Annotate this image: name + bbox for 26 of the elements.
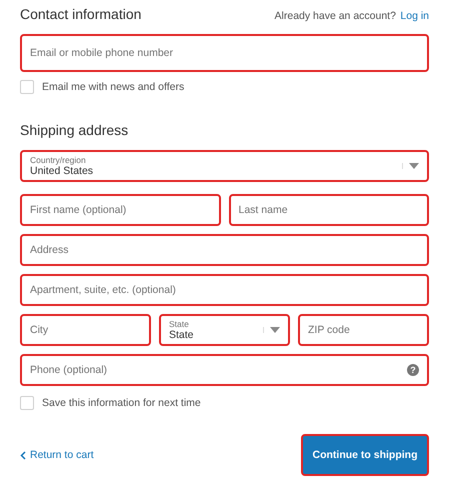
select-field[interactable]: State State xyxy=(159,314,290,346)
input-field[interactable]: Last name xyxy=(228,194,429,226)
input-field[interactable]: ZIP code xyxy=(298,314,429,346)
select-label: Country/region xyxy=(30,155,87,165)
checkbox-label: Email me with news and offers xyxy=(42,81,184,93)
section-title: Contact information xyxy=(20,6,142,22)
login-link[interactable]: Log in xyxy=(400,10,429,22)
checkbox[interactable] xyxy=(20,396,34,410)
select-label: State xyxy=(169,319,190,329)
return-link[interactable]: Return to cart xyxy=(20,449,94,461)
input-field[interactable]: Address xyxy=(20,234,429,266)
select-field[interactable]: Country/region United States xyxy=(20,150,429,182)
caret-icon xyxy=(402,163,419,169)
input-field[interactable]: City xyxy=(20,314,151,346)
select-value: United States xyxy=(30,165,94,177)
input-field[interactable]: First name (optional) xyxy=(20,194,220,226)
section-title: Shipping address xyxy=(20,122,130,138)
email-field[interactable]: Email or mobile phone number xyxy=(20,34,429,72)
continue-button[interactable]: Continue to shipping xyxy=(301,434,429,476)
checkbox[interactable] xyxy=(20,80,34,94)
account-prompt: Already have an account? xyxy=(274,10,396,22)
caret-icon xyxy=(263,327,280,333)
input-field[interactable]: Apartment, suite, etc. (optional) xyxy=(20,274,429,306)
chevron-left-icon xyxy=(20,450,26,460)
select-value: State xyxy=(169,329,195,341)
checkbox-label: Save this information for next time xyxy=(42,397,201,409)
